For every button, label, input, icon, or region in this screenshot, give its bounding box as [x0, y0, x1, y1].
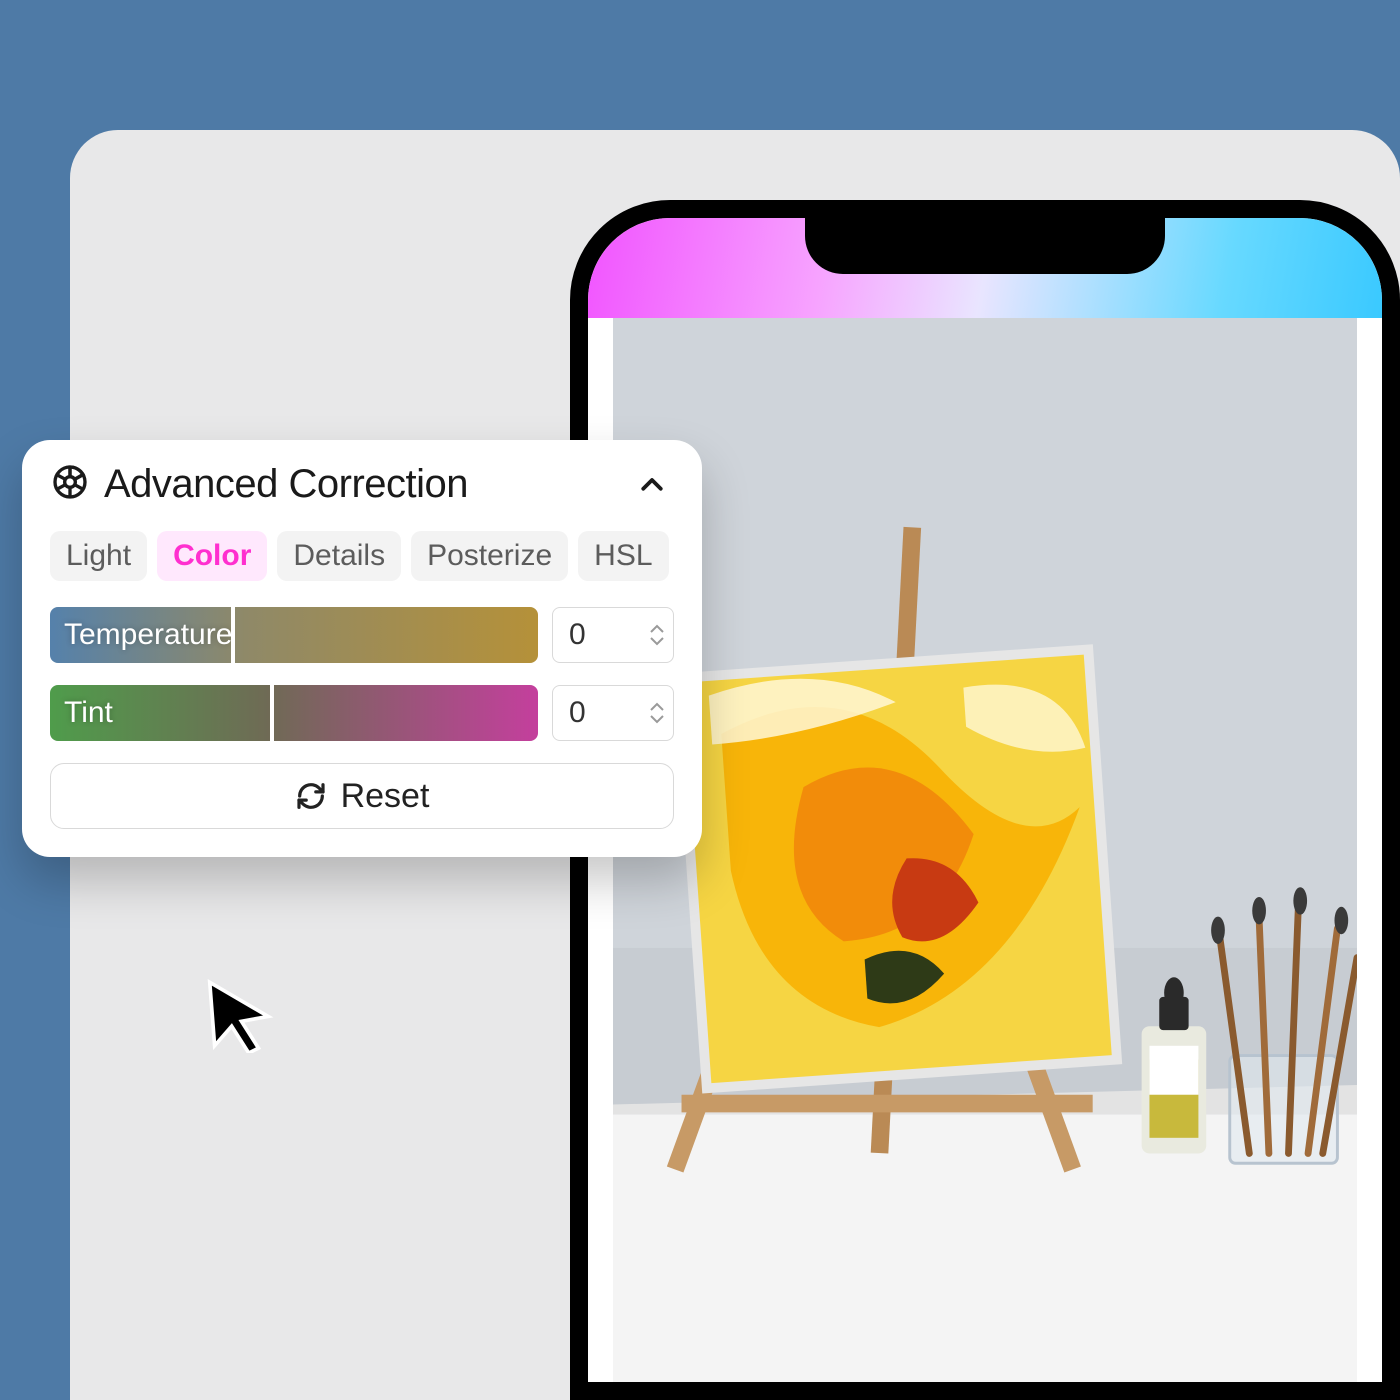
- chevron-up-icon: [649, 624, 665, 634]
- panel-header: Advanced Correction: [50, 462, 674, 507]
- temperature-slider[interactable]: Temperature: [50, 607, 538, 663]
- tab-hsl[interactable]: HSL: [578, 531, 668, 581]
- phone-notch: [805, 216, 1165, 274]
- collapse-button[interactable]: [630, 463, 674, 507]
- chevron-down-icon: [649, 636, 665, 646]
- refresh-icon: [295, 780, 327, 812]
- editor-photo: [613, 318, 1357, 1382]
- chevron-up-icon: [637, 470, 667, 500]
- temperature-row: Temperature 0: [50, 607, 674, 663]
- advanced-correction-panel: Advanced Correction Light Color Details …: [22, 440, 702, 857]
- panel-title: Advanced Correction: [104, 462, 616, 507]
- tab-details[interactable]: Details: [277, 531, 401, 581]
- chevron-down-icon: [649, 714, 665, 724]
- chevron-up-icon: [649, 702, 665, 712]
- tint-stepper-arrows[interactable]: [649, 702, 665, 724]
- tint-row: Tint 0: [50, 685, 674, 741]
- tint-slider[interactable]: Tint: [50, 685, 538, 741]
- gear-icon: [50, 462, 90, 507]
- temperature-handle[interactable]: [231, 607, 235, 663]
- reset-button[interactable]: Reset: [50, 763, 674, 829]
- tab-color[interactable]: Color: [157, 531, 267, 581]
- tint-handle[interactable]: [270, 685, 274, 741]
- tint-label: Tint: [64, 696, 113, 730]
- cursor-icon: [200, 975, 278, 1053]
- tint-stepper[interactable]: 0: [552, 685, 674, 741]
- reset-label: Reset: [341, 777, 430, 816]
- temperature-value: 0: [569, 618, 649, 652]
- tabs: Light Color Details Posterize HSL: [50, 531, 674, 581]
- temperature-stepper-arrows[interactable]: [649, 624, 665, 646]
- temperature-stepper[interactable]: 0: [552, 607, 674, 663]
- tab-posterize[interactable]: Posterize: [411, 531, 568, 581]
- temperature-label: Temperature: [64, 618, 232, 652]
- tab-light[interactable]: Light: [50, 531, 147, 581]
- tint-value: 0: [569, 696, 649, 730]
